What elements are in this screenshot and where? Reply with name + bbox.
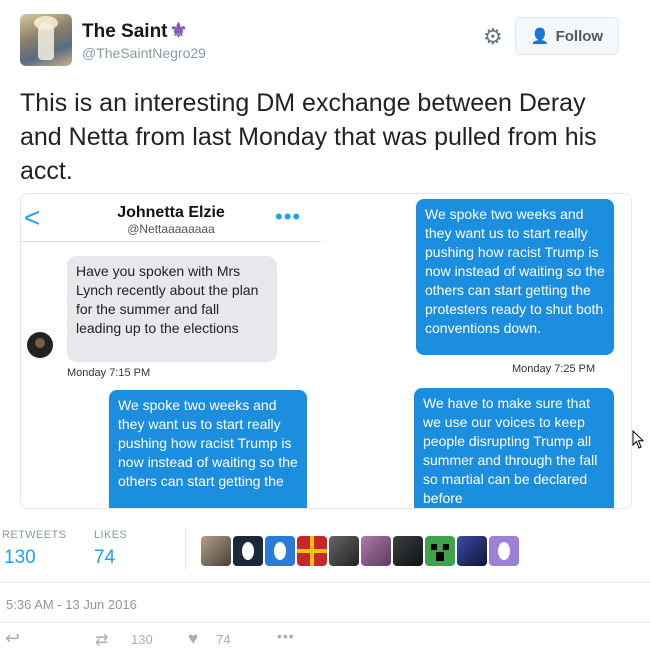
dm-message-blue-right-2: We have to make sure that we use our voi…	[414, 388, 614, 508]
dm-more-dots-icon: •••	[275, 204, 302, 229]
dm-contact-handle: @Nettaaaaaaaa	[127, 222, 215, 236]
tweet-timestamp[interactable]: 5:36 AM - 13 Jun 2016	[6, 597, 137, 612]
divider	[0, 622, 650, 623]
dm-time-right: Monday 7:25 PM	[512, 363, 596, 375]
back-chevron-icon: <	[24, 202, 41, 233]
liker-avatar[interactable]	[393, 536, 423, 566]
dm-sender-avatar	[27, 332, 53, 358]
author-handle[interactable]: @TheSaintNegro29	[82, 45, 206, 61]
likes-count[interactable]: 74	[94, 547, 115, 569]
stats-divider	[185, 528, 186, 570]
like-count: 74	[216, 632, 231, 647]
dm-message-blue-right-1: We spoke two weeks and they want us to s…	[416, 199, 614, 355]
author-avatar[interactable]	[20, 14, 72, 66]
liker-avatar[interactable]	[265, 536, 295, 566]
dm-header: < Johnetta Elzie @Nettaaaaaaaa •••	[21, 194, 321, 242]
author-name-text: The Saint	[82, 21, 168, 42]
tweet-stats: RETWEETS 130 LIKES 74	[0, 518, 650, 582]
tweet-actions: ↩ ⇄ 130 ♥ 74 •••	[0, 628, 650, 652]
liker-avatar[interactable]	[201, 536, 231, 566]
liker-avatar[interactable]	[329, 536, 359, 566]
follow-person-icon: 👤	[530, 28, 550, 45]
follow-label: Follow	[555, 27, 604, 45]
retweets-count[interactable]: 130	[4, 547, 36, 569]
avatar-figure	[38, 22, 54, 60]
liker-avatar[interactable]	[297, 536, 327, 566]
more-dots-icon[interactable]: •••	[277, 628, 295, 644]
likes-label: LIKES	[94, 529, 128, 541]
liker-avatar[interactable]	[457, 536, 487, 566]
retweets-label: RETWEETS	[2, 529, 67, 541]
retweet-icon[interactable]: ⇄	[95, 630, 108, 650]
follow-button[interactable]: 👤 Follow	[515, 17, 619, 55]
retweet-count: 130	[131, 632, 153, 647]
tweet-header: The Saint ⚜ @TheSaintNegro29 ⚙ 👤 Follow	[18, 12, 632, 72]
reply-icon[interactable]: ↩	[5, 628, 20, 649]
tweet-media-image[interactable]: < Johnetta Elzie @Nettaaaaaaaa ••• Have …	[20, 193, 632, 509]
dm-contact-name: Johnetta Elzie	[117, 204, 225, 221]
tweet-text: This is an interesting DM exchange betwe…	[20, 89, 597, 185]
liker-avatar[interactable]	[361, 536, 391, 566]
fleur-de-lis-icon: ⚜	[169, 20, 188, 42]
liker-avatar[interactable]	[425, 536, 455, 566]
liker-avatar[interactable]	[233, 536, 263, 566]
divider	[0, 582, 650, 583]
author-name[interactable]: The Saint ⚜	[82, 18, 187, 43]
dm-message-blue-left: We spoke two weeks and they want us to s…	[109, 390, 307, 508]
likers-avatars	[201, 536, 519, 566]
dm-time-left: Monday 7:15 PM	[67, 367, 151, 379]
cursor-icon	[632, 430, 645, 449]
settings-gear-icon[interactable]: ⚙	[483, 24, 503, 50]
liker-avatar[interactable]	[489, 536, 519, 566]
heart-icon[interactable]: ♥	[188, 629, 198, 649]
dm-message-gray: Have you spoken with Mrs Lynch recently …	[67, 256, 277, 362]
